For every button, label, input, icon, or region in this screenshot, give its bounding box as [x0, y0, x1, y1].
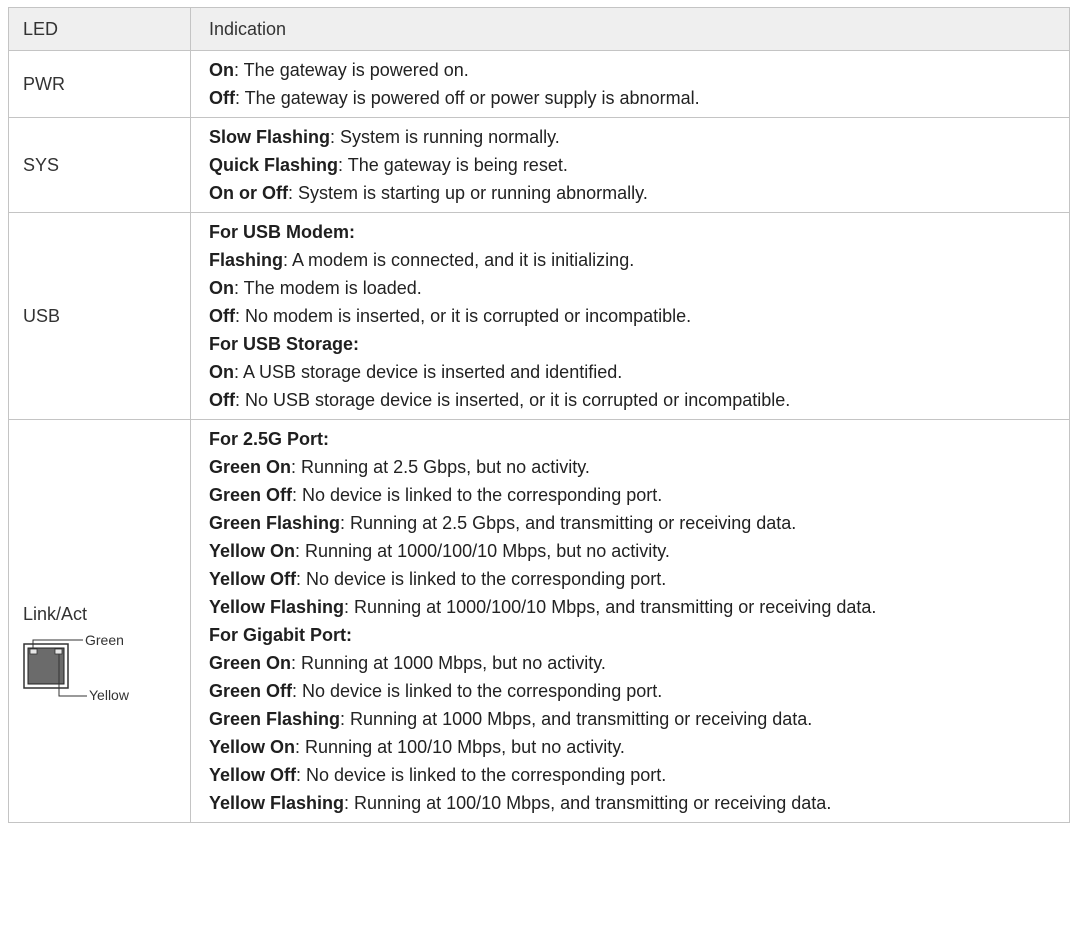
indication-line: On: A USB storage device is inserted and… — [209, 358, 1063, 386]
indication-cell: For USB Modem: Flashing: A modem is conn… — [190, 212, 1070, 420]
yellow-led-window — [54, 648, 63, 655]
indication-text: : No device is linked to the correspondi… — [296, 765, 667, 785]
indication-line: Yellow Flashing: Running at 100/10 Mbps,… — [209, 789, 1063, 817]
indication-text: : No USB storage device is inserted, or … — [235, 390, 791, 410]
table-row-usb: USB For USB Modem: Flashing: A modem is … — [8, 212, 1070, 420]
indication-term: Yellow Flashing — [209, 597, 345, 617]
indication-term: Off — [209, 390, 235, 410]
led-name-cell: SYS — [8, 117, 191, 213]
indication-text: : The gateway is powered off or power su… — [235, 88, 700, 108]
indication-cell: On: The gateway is powered on. Off: The … — [190, 50, 1070, 118]
indication-term: Green Off — [209, 485, 293, 505]
indication-line: Slow Flashing: System is running normall… — [209, 123, 1063, 151]
indication-section-heading: For Gigabit Port: — [209, 621, 1063, 649]
indication-section-heading: For USB Modem: — [209, 218, 1063, 246]
indication-term: Flashing — [209, 250, 284, 270]
indication-term: Off — [209, 88, 235, 108]
indication-line: Flashing: A modem is connected, and it i… — [209, 246, 1063, 274]
indication-text: : Running at 2.5 Gbps, and transmitting … — [340, 513, 797, 533]
indication-term: Yellow On — [209, 541, 296, 561]
table-row-sys: SYS Slow Flashing: System is running nor… — [8, 117, 1070, 213]
indication-line: On or Off: System is starting up or runn… — [209, 179, 1063, 207]
indication-text: : Running at 1000/100/10 Mbps, and trans… — [344, 597, 877, 617]
indication-line: On: The modem is loaded. — [209, 274, 1063, 302]
led-indication-table: LED Indication PWR On: The gateway is po… — [8, 7, 1070, 823]
indication-line: Yellow Off: No device is linked to the c… — [209, 761, 1063, 789]
indication-text: : Running at 100/10 Mbps, but no activit… — [295, 737, 625, 757]
indication-term: On — [209, 362, 234, 382]
indication-term: Slow Flashing — [209, 127, 331, 147]
indication-text: : The modem is loaded. — [234, 278, 422, 298]
indication-term: For 2.5G Port: — [209, 429, 330, 449]
indication-text: : No modem is inserted, or it is corrupt… — [235, 306, 692, 326]
indication-term: On — [209, 278, 234, 298]
indication-cell: For 2.5G Port: Green On: Running at 2.5 … — [190, 419, 1070, 823]
indication-line: Green Off: No device is linked to the co… — [209, 677, 1063, 705]
indication-text: : Running at 2.5 Gbps, but no activity. — [291, 457, 590, 477]
indication-line: Green Off: No device is linked to the co… — [209, 481, 1063, 509]
indication-text: : A USB storage device is inserted and i… — [234, 362, 623, 382]
indication-line: Quick Flashing: The gateway is being res… — [209, 151, 1063, 179]
indication-term: Yellow Flashing — [209, 793, 345, 813]
green-led-window — [29, 648, 38, 655]
indication-line: Green On: Running at 2.5 Gbps, but no ac… — [209, 453, 1063, 481]
indication-text: : Running at 1000/100/10 Mbps, but no ac… — [295, 541, 670, 561]
indication-term: For USB Storage: — [209, 334, 360, 354]
indication-term: On or Off — [209, 183, 288, 203]
led-name: Link/Act — [23, 604, 88, 624]
indication-line: Yellow On: Running at 1000/100/10 Mbps, … — [209, 537, 1063, 565]
table-header-row: LED Indication — [8, 7, 1070, 51]
indication-cell: Slow Flashing: System is running normall… — [190, 117, 1070, 213]
indication-text: : The gateway is being reset. — [338, 155, 568, 175]
indication-term: Green On — [209, 457, 292, 477]
table-row-pwr: PWR On: The gateway is powered on. Off: … — [8, 50, 1070, 118]
indication-text: : System is starting up or running abnor… — [288, 183, 648, 203]
indication-term: For Gigabit Port: — [209, 625, 352, 645]
indication-text: : System is running normally. — [330, 127, 560, 147]
indication-line: On: The gateway is powered on. — [209, 56, 1063, 84]
indication-line: Green Flashing: Running at 1000 Mbps, an… — [209, 705, 1063, 733]
led-name-cell: PWR — [8, 50, 191, 118]
indication-text: : Running at 100/10 Mbps, and transmitti… — [344, 793, 832, 813]
column-header-led: LED — [8, 7, 191, 51]
indication-text: : No device is linked to the correspondi… — [292, 485, 663, 505]
indication-term: Green Flashing — [209, 513, 341, 533]
yellow-label: Yellow — [89, 687, 130, 700]
indication-text: : Running at 1000 Mbps, but no activity. — [291, 653, 606, 673]
indication-term: Yellow Off — [209, 569, 297, 589]
indication-term: Yellow On — [209, 737, 296, 757]
indication-text: : No device is linked to the correspondi… — [296, 569, 667, 589]
indication-term: For USB Modem: — [209, 222, 355, 242]
indication-text: : Running at 1000 Mbps, and transmitting… — [340, 709, 813, 729]
indication-section-heading: For USB Storage: — [209, 330, 1063, 358]
indication-text: : No device is linked to the correspondi… — [292, 681, 663, 701]
indication-term: On — [209, 60, 234, 80]
indication-term: Off — [209, 306, 235, 326]
indication-section-heading: For 2.5G Port: — [209, 425, 1063, 453]
indication-term: Green Flashing — [209, 709, 341, 729]
indication-text: : The gateway is powered on. — [234, 60, 469, 80]
indication-text: : A modem is connected, and it is initia… — [283, 250, 635, 270]
indication-term: Green On — [209, 653, 292, 673]
table-row-link-act: Link/Act Green Yellow For 2.5G Port: Gre… — [8, 419, 1070, 823]
indication-line: Off: The gateway is powered off or power… — [209, 84, 1063, 112]
indication-line: Off: No modem is inserted, or it is corr… — [209, 302, 1063, 330]
indication-line: Yellow Off: No device is linked to the c… — [209, 565, 1063, 593]
indication-line: Yellow Flashing: Running at 1000/100/10 … — [209, 593, 1063, 621]
indication-term: Green Off — [209, 681, 293, 701]
indication-term: Yellow Off — [209, 765, 297, 785]
indication-line: Green Flashing: Running at 2.5 Gbps, and… — [209, 509, 1063, 537]
ethernet-port-icon: Green Yellow — [23, 634, 130, 700]
green-label: Green — [85, 634, 124, 648]
led-name-cell: Link/Act Green Yellow — [8, 419, 191, 823]
indication-line: Green On: Running at 1000 Mbps, but no a… — [209, 649, 1063, 677]
led-name-cell: USB — [8, 212, 191, 420]
indication-term: Quick Flashing — [209, 155, 339, 175]
indication-line: Off: No USB storage device is inserted, … — [209, 386, 1063, 414]
indication-line: Yellow On: Running at 100/10 Mbps, but n… — [209, 733, 1063, 761]
column-header-indication: Indication — [190, 7, 1070, 51]
